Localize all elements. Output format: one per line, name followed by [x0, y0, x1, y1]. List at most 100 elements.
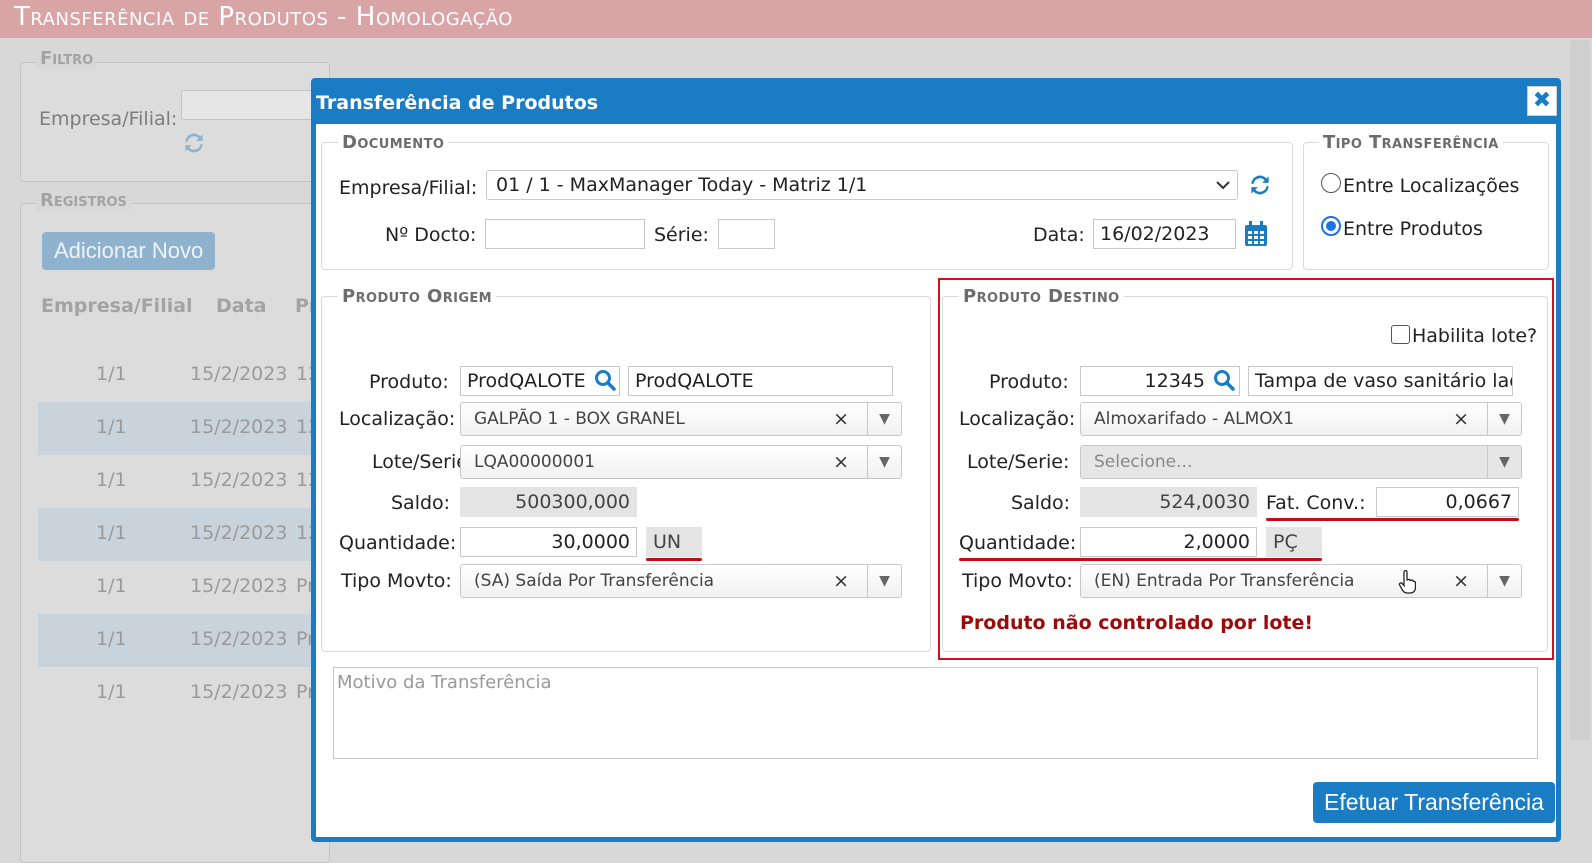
table-cell-empresa: 1/1 [96, 522, 127, 544]
clear-icon[interactable]: × [833, 570, 849, 592]
doc-data-input[interactable]: 16/02/2023 [1093, 219, 1236, 249]
table-row[interactable]: 1/1 15/2/2023 12 [38, 349, 328, 402]
destino-tipo-select[interactable]: (EN) Entrada Por Transferência × ▼ [1080, 564, 1522, 598]
chevron-down-icon[interactable]: ▼ [867, 403, 901, 435]
fat-conv-input[interactable]: 0,0667 [1376, 487, 1519, 517]
table-row[interactable]: 1/1 15/2/2023 Pr [38, 614, 328, 667]
destino-localizacao-value: Almoxarifado - ALMOX1 [1094, 409, 1295, 429]
refresh-icon[interactable] [1247, 172, 1273, 198]
radio-entre-localizacoes[interactable] [1321, 173, 1341, 193]
destino-localizacao-label: Localização: [959, 408, 1076, 430]
table-cell-empresa: 1/1 [96, 469, 127, 491]
origem-saldo-label: Saldo: [391, 492, 451, 514]
table-row[interactable]: 1/1 15/2/2023 Pr [38, 561, 328, 614]
motivo-placeholder: Motivo da Transferência [337, 672, 552, 693]
table-cell-data: 15/2/2023 [190, 469, 288, 491]
hand-cursor-icon [1398, 570, 1416, 594]
filter-empresa-input[interactable] [181, 90, 321, 120]
origem-produto-label: Produto: [369, 371, 449, 393]
origem-lote-label: Lote/Serie: [372, 451, 475, 473]
destino-produto-code-text: 12345 [1144, 370, 1205, 392]
calendar-icon[interactable] [1244, 221, 1268, 247]
table-row[interactable]: 1/1 15/2/2023 12 [38, 402, 328, 455]
clear-icon[interactable]: × [1453, 408, 1469, 430]
refresh-icon[interactable] [181, 130, 207, 156]
table-cell-data: 15/2/2023 [190, 416, 288, 438]
origem-tipo-value: (SA) Saída Por Transferência [474, 571, 715, 591]
column-data[interactable]: Data [216, 295, 267, 317]
tipo-legend: Tipo Transferência [1319, 132, 1503, 153]
origem-localizacao-value: GALPÃO 1 - BOX GRANEL [474, 409, 685, 429]
destino-tipo-label: Tipo Movto: [962, 570, 1073, 592]
doc-docto-label: Nº Docto: [385, 224, 477, 246]
fat-conv-label: Fat. Conv.: [1266, 492, 1366, 514]
origem-quantidade-input[interactable]: 30,0000 [460, 527, 637, 557]
destino-lote-placeholder: Selecione... [1094, 452, 1193, 472]
habilita-lote-label[interactable]: Habilita lote? [1412, 325, 1537, 347]
doc-empresa-label: Empresa/Filial: [339, 177, 478, 199]
origem-legend: Produto Origem [338, 286, 497, 307]
lote-warning: Produto não controlado por lote! [960, 612, 1314, 634]
table-row[interactable]: 1/1 15/2/2023 12 [38, 508, 328, 561]
doc-serie-label: Série: [654, 224, 709, 246]
table-row[interactable]: 1/1 15/2/2023 12 [38, 455, 328, 508]
origem-tipo-select[interactable]: (SA) Saída Por Transferência × ▼ [460, 564, 902, 598]
destino-saldo-label: Saldo: [1011, 492, 1071, 514]
filter-legend: Filtro [36, 48, 98, 69]
destino-saldo-value: 524,0030 [1080, 487, 1257, 517]
tipo-fieldset [1303, 142, 1549, 270]
radio-label-produtos[interactable]: Entre Produtos [1343, 218, 1483, 240]
origem-localizacao-label: Localização: [339, 408, 456, 430]
destino-produto-desc[interactable]: Tampa de vaso sanitário laq [1248, 366, 1513, 396]
close-button[interactable]: ✖ [1527, 86, 1557, 116]
destino-quantidade-underline [959, 558, 1322, 561]
clear-icon[interactable]: × [833, 451, 849, 473]
table-cell-empresa: 1/1 [96, 416, 127, 438]
origem-lote-select[interactable]: LQA00000001 × ▼ [460, 445, 902, 479]
origem-produto-desc[interactable]: ProdQALOTE [628, 366, 893, 396]
table-cell-empresa: 1/1 [96, 575, 127, 597]
transfer-modal: Transferência de Produtos ✖ Documento Em… [311, 78, 1561, 842]
destino-unidade: PÇ [1266, 527, 1322, 557]
destino-legend: Produto Destino [959, 286, 1124, 307]
destino-lote-select[interactable]: Selecione... ▼ [1080, 445, 1522, 479]
chevron-down-icon[interactable]: ▼ [1487, 446, 1521, 478]
habilita-lote-checkbox[interactable] [1391, 325, 1410, 344]
table-cell-data: 15/2/2023 [190, 575, 288, 597]
table-cell-empresa: 1/1 [96, 681, 127, 703]
search-icon[interactable] [594, 369, 616, 391]
fat-conv-underline [1266, 518, 1519, 521]
doc-empresa-select[interactable]: 01 / 1 - MaxManager Today - Matriz 1/1 [486, 170, 1238, 200]
column-empresa[interactable]: Empresa/Filial [41, 295, 193, 317]
chevron-down-icon[interactable]: ▼ [1487, 403, 1521, 435]
destino-quantidade-label: Quantidade: [959, 532, 1077, 554]
modal-body: Documento Empresa/Filial: 01 / 1 - MaxMa… [316, 124, 1556, 837]
destino-tipo-value: (EN) Entrada Por Transferência [1094, 571, 1355, 591]
table-cell-empresa: 1/1 [96, 363, 127, 385]
destino-quantidade-input[interactable]: 2,0000 [1080, 527, 1257, 557]
origem-quantidade-label: Quantidade: [339, 532, 457, 554]
radio-label-localizacoes[interactable]: Entre Localizações [1343, 175, 1519, 197]
search-icon[interactable] [1213, 369, 1235, 391]
motivo-textarea[interactable]: Motivo da Transferência [333, 667, 1538, 759]
clear-icon[interactable]: × [1453, 570, 1469, 592]
doc-serie-input[interactable] [718, 219, 775, 249]
origem-unidade-underline [646, 558, 702, 561]
documento-legend: Documento [338, 132, 449, 153]
destino-localizacao-select[interactable]: Almoxarifado - ALMOX1 × ▼ [1080, 402, 1522, 436]
chevron-down-icon[interactable]: ▼ [1487, 565, 1521, 597]
doc-docto-input[interactable] [485, 219, 645, 249]
add-new-button[interactable]: Adicionar Novo [42, 232, 216, 270]
chevron-down-icon[interactable]: ▼ [867, 446, 901, 478]
doc-empresa-value: 01 / 1 - MaxManager Today - Matriz 1/1 [496, 174, 868, 196]
chevron-down-icon [1216, 181, 1230, 190]
radio-entre-produtos[interactable] [1321, 216, 1341, 236]
efetuar-transferencia-button[interactable]: Efetuar Transferência [1313, 782, 1555, 823]
table-row[interactable]: 1/1 15/2/2023 Pr [38, 667, 328, 720]
page-scrollbar[interactable] [1570, 40, 1590, 740]
records-legend: Registros [36, 190, 131, 211]
clear-icon[interactable]: × [833, 408, 849, 430]
chevron-down-icon[interactable]: ▼ [867, 565, 901, 597]
origem-localizacao-select[interactable]: GALPÃO 1 - BOX GRANEL × ▼ [460, 402, 902, 436]
origem-tipo-label: Tipo Movto: [341, 570, 452, 592]
